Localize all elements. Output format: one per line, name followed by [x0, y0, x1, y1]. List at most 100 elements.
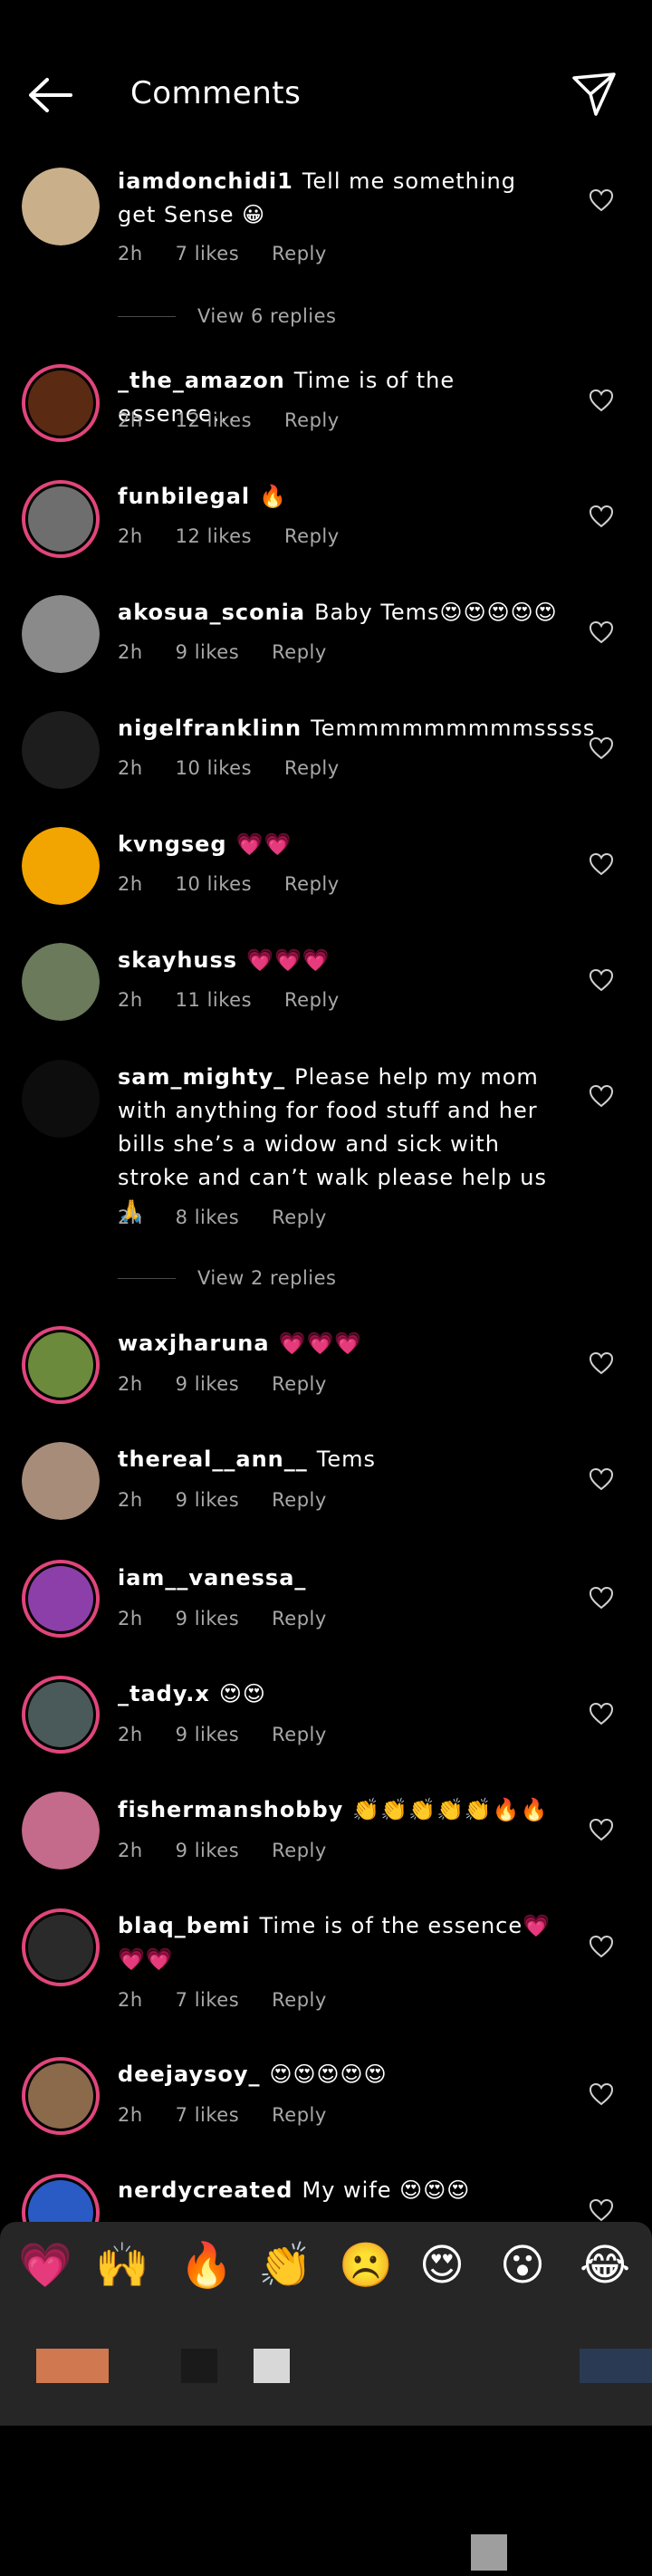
heart-icon[interactable] — [589, 1084, 614, 1108]
emoji-heart-eyes[interactable]: 😍 — [419, 2238, 465, 2292]
avatar[interactable] — [22, 827, 100, 905]
emoji-laugh[interactable]: 😂 — [580, 2238, 630, 2292]
reply-button[interactable]: Reply — [272, 243, 327, 264]
comment-username[interactable]: kvngseg — [118, 831, 227, 857]
reply-button[interactable]: Reply — [284, 525, 340, 547]
avatar[interactable] — [22, 2057, 100, 2135]
heart-icon[interactable] — [589, 1467, 614, 1491]
emoji-raised-hands[interactable]: 🙌 — [95, 2238, 149, 2292]
heart-icon[interactable] — [589, 736, 614, 760]
reply-button[interactable]: Reply — [284, 989, 340, 1011]
emoji-fire[interactable]: 🔥 — [179, 2238, 234, 2292]
avatar[interactable] — [22, 595, 100, 673]
reply-button[interactable]: Reply — [272, 2104, 327, 2126]
header: Comments — [0, 0, 652, 136]
back-arrow-icon[interactable] — [25, 72, 76, 118]
avatar[interactable] — [22, 1676, 100, 1754]
comment-username[interactable]: fishermanshobby — [118, 1797, 343, 1822]
heart-icon[interactable] — [589, 389, 614, 412]
send-icon[interactable] — [570, 71, 618, 118]
heart-icon[interactable] — [589, 2082, 614, 2106]
comment-likes[interactable]: 9 likes — [176, 1489, 239, 1511]
comment-username[interactable]: funbilegal — [118, 484, 250, 509]
view-replies-label[interactable]: View 2 replies — [197, 1267, 337, 1289]
comment-meta: 2h 7 likes Reply — [118, 2104, 327, 2126]
comment-text: 🔥 — [259, 484, 288, 509]
comment-username[interactable]: thereal__ann__ — [118, 1447, 308, 1472]
avatar[interactable] — [22, 1560, 100, 1638]
reply-button[interactable]: Reply — [272, 1840, 327, 1861]
comment-username[interactable]: _the_amazon — [118, 368, 285, 393]
heart-icon[interactable] — [589, 1935, 614, 1958]
comment-likes[interactable]: 10 likes — [176, 873, 252, 895]
view-replies[interactable]: View 6 replies — [118, 305, 337, 327]
comment-time: 2h — [118, 1724, 143, 1745]
reply-button[interactable]: Reply — [272, 641, 327, 663]
comment-likes[interactable]: 11 likes — [176, 989, 252, 1011]
avatar[interactable] — [22, 364, 100, 442]
comment-likes[interactable]: 9 likes — [176, 1373, 239, 1395]
bottom-placeholder — [471, 2534, 507, 2571]
comment-text: My wife 😍😍😍 — [302, 2177, 471, 2203]
comment-likes[interactable]: 7 likes — [176, 2104, 239, 2126]
avatar[interactable] — [22, 480, 100, 558]
heart-icon[interactable] — [589, 1586, 614, 1610]
comment-username[interactable]: blaq_bemi — [118, 1913, 250, 1938]
reply-button[interactable]: Reply — [284, 409, 340, 431]
comment-username[interactable]: deejaysoy_ — [118, 2062, 260, 2087]
reply-button[interactable]: Reply — [284, 873, 340, 895]
comment-likes[interactable]: 10 likes — [176, 757, 252, 779]
avatar[interactable] — [22, 1060, 100, 1138]
comment-text: Temmmmmmmmmsssss — [311, 716, 596, 741]
heart-icon[interactable] — [589, 968, 614, 992]
comment-username[interactable]: iamdonchidi1 — [118, 168, 293, 194]
reply-button[interactable]: Reply — [272, 1608, 327, 1629]
avatar[interactable] — [22, 1792, 100, 1870]
user-avatar-thumb[interactable] — [36, 2349, 109, 2383]
avatar[interactable] — [22, 711, 100, 789]
comment-likes[interactable]: 9 likes — [176, 641, 239, 663]
comment-likes[interactable]: 7 likes — [176, 1989, 239, 2011]
reply-button[interactable]: Reply — [272, 1989, 327, 2011]
reply-button[interactable]: Reply — [272, 1206, 327, 1228]
comment-username[interactable]: skayhuss — [118, 947, 237, 973]
emoji-wow[interactable]: 😮 — [500, 2238, 545, 2292]
heart-icon[interactable] — [589, 188, 614, 212]
view-replies-label[interactable]: View 6 replies — [197, 305, 337, 327]
comment-likes[interactable]: 7 likes — [176, 243, 239, 264]
comment-username[interactable]: akosua_sconia — [118, 600, 305, 625]
comment-likes[interactable]: 12 likes — [176, 525, 252, 547]
reply-button[interactable]: Reply — [272, 1489, 327, 1511]
heart-icon[interactable] — [589, 505, 614, 528]
comment-username[interactable]: nigelfranklinn — [118, 716, 302, 741]
heart-icon[interactable] — [589, 620, 614, 644]
view-replies[interactable]: View 2 replies — [118, 1267, 337, 1289]
emoji-frown[interactable]: ☹️ — [339, 2238, 393, 2292]
reply-button[interactable]: Reply — [272, 1373, 327, 1395]
comment-likes[interactable]: 9 likes — [176, 1608, 239, 1629]
avatar[interactable] — [22, 1908, 100, 1986]
comment-username[interactable]: iam__vanessa_ — [118, 1565, 306, 1591]
heart-icon[interactable] — [589, 852, 614, 876]
comment-username[interactable]: sam_mighty_ — [118, 1064, 285, 1090]
comment-username[interactable]: _tady.x — [118, 1681, 210, 1706]
comment-likes[interactable]: 8 likes — [176, 1206, 239, 1228]
emoji-heart[interactable]: 💗 — [18, 2238, 72, 2292]
avatar[interactable] — [22, 1326, 100, 1404]
heart-icon[interactable] — [589, 1818, 614, 1841]
comment-username[interactable]: nerdycreated — [118, 2177, 293, 2203]
comment-time: 2h — [118, 873, 143, 895]
heart-icon[interactable] — [589, 1702, 614, 1725]
avatar[interactable] — [22, 168, 100, 245]
avatar[interactable] — [22, 1442, 100, 1520]
heart-icon[interactable] — [589, 1351, 614, 1375]
comment-likes[interactable]: 12 likes — [176, 409, 252, 431]
comment-likes[interactable]: 9 likes — [176, 1724, 239, 1745]
emoji-clap[interactable]: 👏 — [258, 2238, 312, 2292]
heart-icon[interactable] — [589, 2198, 614, 2222]
reply-button[interactable]: Reply — [272, 1724, 327, 1745]
comment-likes[interactable]: 9 likes — [176, 1840, 239, 1861]
reply-button[interactable]: Reply — [284, 757, 340, 779]
avatar[interactable] — [22, 943, 100, 1021]
comment-username[interactable]: waxjharuna — [118, 1331, 270, 1356]
